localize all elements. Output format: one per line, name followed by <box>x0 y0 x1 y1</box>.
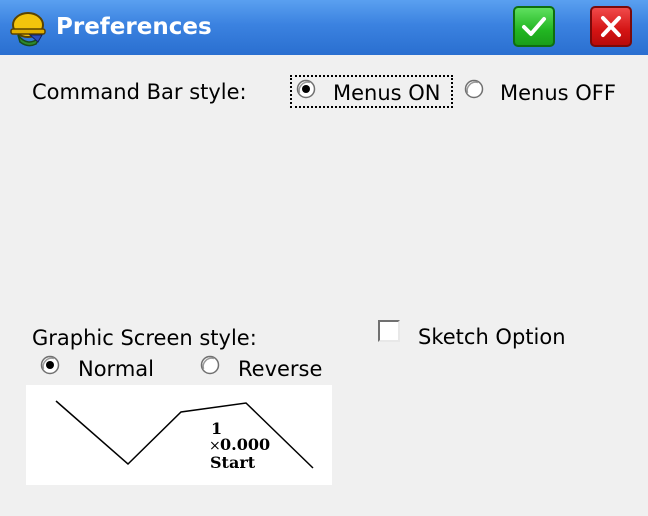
title-bar: Preferences <box>0 0 648 55</box>
close-button[interactable] <box>590 6 632 47</box>
preview-polyline <box>55 400 314 469</box>
radio-menus-on[interactable] <box>296 79 316 99</box>
preview-point-marker: × <box>209 438 221 454</box>
reverse-label[interactable]: Reverse <box>238 356 322 382</box>
preview-elevation: 0.000 <box>220 435 271 454</box>
graphic-screen-style-label: Graphic Screen style: <box>32 326 257 350</box>
preview-caption: Start <box>210 453 256 472</box>
close-x-icon <box>601 16 621 37</box>
checkmark-icon <box>522 17 546 36</box>
window-title: Preferences <box>56 14 212 40</box>
menus-on-label[interactable]: Menus ON <box>333 80 441 106</box>
graphic-preview: 1 × 0.000 Start <box>26 385 332 485</box>
preferences-dialog: Preferences Command Bar style: Menus ON … <box>0 0 648 516</box>
menus-off-label[interactable]: Menus OFF <box>500 80 616 106</box>
ok-button[interactable] <box>513 6 555 47</box>
radio-menus-off[interactable] <box>464 79 484 99</box>
surveyor-helmet-icon <box>10 12 46 47</box>
radio-reverse[interactable] <box>200 355 220 375</box>
sketch-option-checkbox[interactable] <box>378 320 400 342</box>
sketch-option-label[interactable]: Sketch Option <box>418 324 566 350</box>
radio-normal[interactable] <box>40 355 60 375</box>
normal-label[interactable]: Normal <box>78 356 154 382</box>
command-bar-style-label: Command Bar style: <box>32 80 247 104</box>
